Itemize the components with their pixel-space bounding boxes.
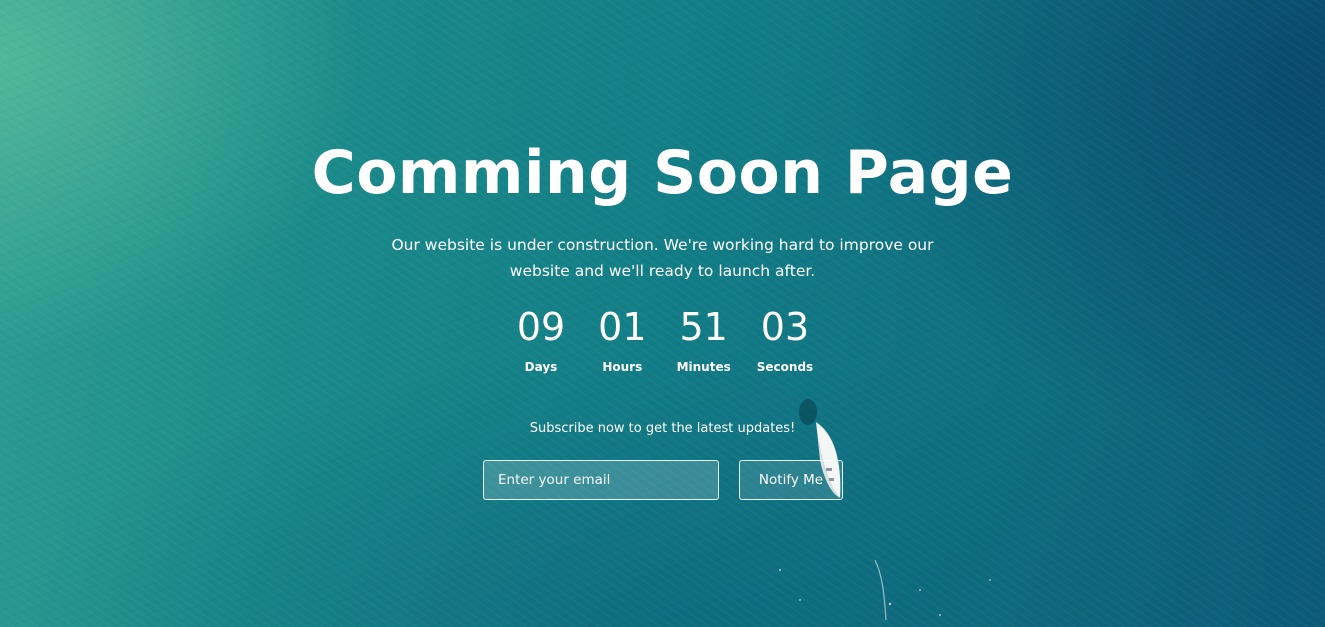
email-input[interactable] (483, 460, 719, 500)
countdown-hours-value: 01 (598, 305, 647, 349)
countdown-hours-label: Hours (602, 360, 643, 374)
countdown-days-value: 09 (516, 305, 566, 349)
countdown-hours: 01 Hours (589, 305, 655, 380)
countdown-minutes: 51 Minutes (671, 305, 737, 380)
countdown-seconds-label: Seconds (756, 360, 814, 374)
countdown-minutes-label: Minutes (676, 360, 731, 374)
subscribe-prompt: Subscribe now to get the latest updates! (529, 421, 796, 436)
notify-me-button[interactable]: Notify Me (739, 460, 843, 500)
countdown-seconds-value: 03 (760, 305, 810, 349)
countdown-timer: 09 Days 01 Hours 51 Minutes 03 Seconds (508, 305, 818, 380)
countdown-days: 09 Days (508, 305, 574, 380)
coming-soon-section: Comming Soon Page Our website is under c… (0, 0, 1325, 627)
countdown-minutes-value: 51 (679, 305, 728, 349)
countdown-seconds: 03 Seconds (752, 305, 818, 380)
page-title: Comming Soon Page (311, 138, 1014, 208)
page-description: Our website is under construction. We're… (391, 236, 934, 280)
countdown-days-label: Days (524, 360, 558, 374)
